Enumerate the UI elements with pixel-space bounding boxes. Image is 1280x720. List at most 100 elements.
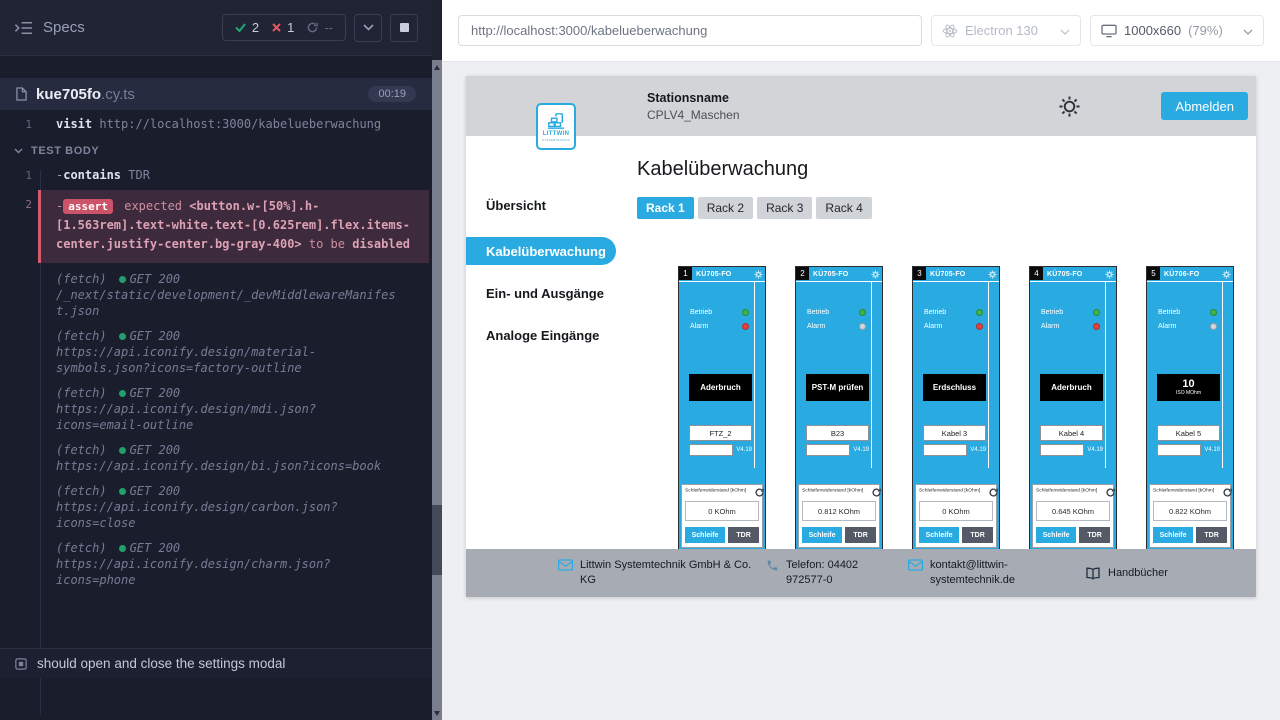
cable-name-field[interactable]: Kabel 5 (1157, 425, 1220, 441)
refresh-icon[interactable] (872, 488, 881, 497)
card-number-badge: 2 (796, 267, 809, 280)
schleife-button[interactable]: Schleife (919, 527, 959, 543)
fetch-log-row[interactable]: (fetch)GET 200 https://api.iconify.desig… (0, 326, 432, 383)
footer-email[interactable]: kontakt@littwin-systemtechnik.de (908, 558, 1085, 588)
refresh-icon[interactable] (989, 488, 998, 497)
fetch-log-row[interactable]: (fetch)GET 200 https://api.iconify.desig… (0, 481, 432, 538)
specs-menu-icon[interactable] (14, 21, 33, 35)
spec-file-header[interactable]: kue705fo.cy.ts 00:19 (0, 78, 432, 110)
cable-name-field[interactable]: Kabel 3 (923, 425, 986, 441)
chevron-down-icon (363, 24, 374, 31)
betrieb-led (1210, 309, 1217, 316)
tdr-button[interactable]: TDR (1079, 527, 1110, 543)
schleife-button[interactable]: Schleife (685, 527, 725, 543)
littwin-logo: LITTWIN SYSTEMTECHNIK (536, 103, 576, 150)
alarm-led (1210, 323, 1217, 330)
schleife-button[interactable]: Schleife (1036, 527, 1076, 543)
command-arg: http://localhost:3000/kabelueberwachung (99, 117, 381, 131)
fetch-log-row[interactable]: (fetch)GET 200 https://api.iconify.desig… (0, 440, 432, 481)
scrollbar-thumb[interactable] (432, 505, 442, 575)
fetch-log-row[interactable]: (fetch)GET 200 https://api.iconify.desig… (0, 383, 432, 440)
tab-rack-1[interactable]: Rack 1 (637, 197, 694, 219)
command-visit[interactable]: 1 visit http://localhost:3000/kabelueber… (0, 113, 432, 136)
tdr-button[interactable]: TDR (962, 527, 993, 543)
crane-containers-icon (545, 112, 567, 130)
stat-failed: 1 (272, 20, 294, 35)
card-title: KÜ705-FO (930, 271, 965, 278)
test-icon (15, 658, 27, 670)
card-side-column (1222, 282, 1233, 468)
refresh-icon[interactable] (755, 488, 764, 497)
cable-name-field[interactable]: B23 (806, 425, 869, 441)
browser-pane: http://localhost:3000/kabelueberwachung … (442, 0, 1280, 720)
schleife-button[interactable]: Schleife (802, 527, 842, 543)
success-dot-icon (119, 545, 126, 552)
app-body: Übersicht Kabelüberwachung Ein- und Ausg… (466, 136, 1256, 597)
footer-phone[interactable]: Telefon: 04402 972577-0 (766, 558, 908, 588)
betrieb-led (859, 309, 866, 316)
success-dot-icon (119, 488, 126, 495)
card-settings-icon[interactable] (871, 270, 880, 279)
cable-name-field[interactable]: FTZ_2 (689, 425, 752, 441)
test-body-section-header[interactable]: TEST BODY (0, 136, 432, 164)
nav-item-ein-ausgaenge[interactable]: Ein- und Ausgänge (466, 283, 621, 303)
refresh-icon[interactable] (1106, 488, 1115, 497)
tab-rack-4[interactable]: Rack 4 (816, 197, 871, 219)
tdr-button[interactable]: TDR (845, 527, 876, 543)
stop-icon (400, 23, 409, 32)
resistance-value: 0.645 KOhm (1036, 501, 1110, 521)
card-title: KÜ705-FO (1047, 271, 1082, 278)
scrollbar-track[interactable] (432, 60, 442, 720)
firmware-version: V4.19 (853, 447, 869, 453)
card-title: KÜ706-FO (1164, 271, 1199, 278)
logout-button[interactable]: Abmelden (1161, 92, 1248, 120)
alarm-led (976, 323, 983, 330)
tdr-button[interactable]: TDR (1196, 527, 1227, 543)
scroll-up-arrow[interactable] (432, 60, 442, 74)
footer-manuals-link[interactable]: Handbücher (1085, 566, 1168, 581)
assert-expected-state: disabled (352, 237, 410, 251)
card-side-column (871, 282, 882, 468)
card-settings-icon[interactable] (1222, 270, 1231, 279)
resistance-panel: Schleifenwiderstand [kOhm] 0.645 KOhm Sc… (1032, 484, 1114, 548)
tdr-button[interactable]: TDR (728, 527, 759, 543)
url-input[interactable]: http://localhost:3000/kabelueberwachung (458, 15, 922, 46)
resistance-panel: Schleifenwiderstand [kOhm] 0 KOhm Schlei… (915, 484, 997, 548)
nav-item-uebersicht[interactable]: Übersicht (466, 195, 621, 215)
reporter-scrollbar (432, 0, 442, 720)
next-test-item[interactable]: should open and close the settings modal (0, 648, 432, 678)
fetch-log-row[interactable]: (fetch)GET 200 /_next/static/development… (0, 269, 432, 326)
tab-rack-3[interactable]: Rack 3 (757, 197, 812, 219)
status-display: PST-M prüfen (806, 374, 869, 401)
spec-file-icon (16, 87, 27, 101)
card-settings-icon[interactable] (754, 270, 763, 279)
refresh-icon[interactable] (1223, 488, 1232, 497)
browser-selector[interactable]: Electron 130 (931, 15, 1081, 46)
collapse-reporter-button[interactable] (354, 14, 382, 42)
command-contains[interactable]: 1 -contains TDR (0, 164, 432, 187)
device-card: 4KÜ705-FO Betrieb Alarm Aderbruch Kabel … (1029, 266, 1117, 596)
nav-item-kabelueberwachung[interactable]: Kabelüberwachung (466, 237, 616, 265)
card-settings-icon[interactable] (988, 270, 997, 279)
card-title: KÜ705-FO (696, 271, 731, 278)
card-number-badge: 4 (1030, 267, 1043, 280)
fetch-log-row[interactable]: (fetch)GET 200 https://api.iconify.desig… (0, 538, 432, 595)
scroll-down-arrow[interactable] (432, 706, 442, 720)
fetch-url: https://api.iconify.design/carbon.json?i… (56, 499, 398, 531)
success-dot-icon (119, 447, 126, 454)
nav-item-analoge-eingaenge[interactable]: Analoge Eingänge (466, 325, 621, 345)
stop-tests-button[interactable] (390, 14, 418, 42)
success-dot-icon (119, 333, 126, 340)
tab-rack-2[interactable]: Rack 2 (698, 197, 753, 219)
schleife-button[interactable]: Schleife (1153, 527, 1193, 543)
command-assert-failed[interactable]: 2 -assert expected <button.w-[50%].h-[1.… (0, 190, 432, 263)
cable-name-field[interactable]: Kabel 4 (1040, 425, 1103, 441)
command-name: contains (63, 168, 121, 182)
device-card: 5KÜ706-FO Betrieb Alarm 10ISO MOhm Kabel… (1146, 266, 1234, 596)
settings-gear-icon[interactable] (1058, 95, 1081, 118)
resistance-panel: Schleifenwiderstand [kOhm] 0 KOhm Schlei… (681, 484, 763, 548)
browser-url-bar: http://localhost:3000/kabelueberwachung … (442, 0, 1280, 62)
viewport-selector[interactable]: 1000x660 (79%) (1090, 15, 1264, 46)
card-settings-icon[interactable] (1105, 270, 1114, 279)
chevron-down-icon (1060, 29, 1070, 35)
